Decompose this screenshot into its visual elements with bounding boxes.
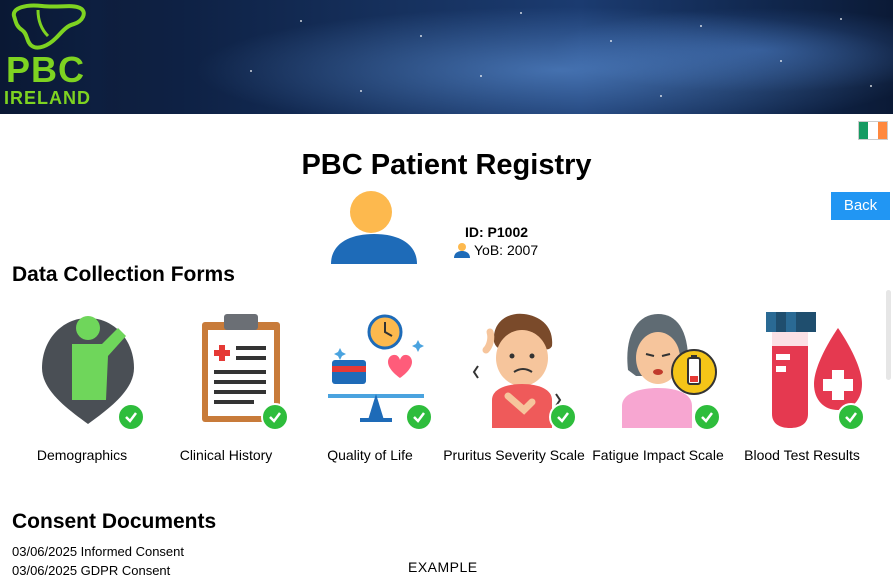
scrollbar[interactable]: [886, 290, 891, 380]
form-label: Fatigue Impact Scale: [592, 447, 724, 463]
form-card-blood-test-results[interactable]: Blood Test Results: [730, 310, 874, 480]
page-title: PBC Patient Registry: [301, 149, 592, 181]
form-label: Demographics: [36, 447, 128, 463]
completed-check-icon: [261, 403, 289, 431]
pbc-ireland-logo[interactable]: PBC IRELAND: [0, 0, 120, 114]
yob-text: YoB: 2007: [474, 242, 539, 258]
form-label: Quality of Life: [327, 447, 413, 463]
consent-documents-list: 03/06/2025 Informed Consent 03/06/2025 G…: [12, 542, 184, 580]
completed-check-icon: [549, 403, 577, 431]
form-label: Clinical History: [179, 447, 273, 463]
consent-document-link[interactable]: 03/06/2025 Informed Consent: [12, 542, 184, 561]
completed-check-icon: [693, 403, 721, 431]
completed-check-icon: [405, 403, 433, 431]
patient-yob: YoB: 2007: [454, 242, 538, 258]
header-banner: PBC IRELAND: [0, 0, 893, 114]
back-button[interactable]: Back: [831, 192, 890, 220]
form-card-fatigue-impact-scale[interactable]: Fatigue Impact Scale: [586, 310, 730, 480]
data-collection-heading: Data Collection Forms: [12, 263, 235, 286]
form-card-clinical-history[interactable]: Clinical History: [154, 310, 298, 480]
patient-id: ID: P1002: [465, 224, 529, 240]
logo-text-ireland: IRELAND: [4, 88, 91, 108]
completed-check-icon: [117, 403, 145, 431]
example-watermark: EXAMPLE: [408, 559, 478, 575]
person-icon: [454, 243, 470, 258]
user-avatar-icon: [331, 191, 417, 264]
form-label: Pruritus Severity Scale: [443, 447, 585, 463]
completed-check-icon: [837, 403, 865, 431]
form-label: Blood Test Results: [744, 447, 860, 463]
consent-documents-heading: Consent Documents: [12, 510, 217, 533]
forms-grid: Demographics Clinical History Quality of…: [10, 310, 890, 480]
consent-document-link[interactable]: 03/06/2025 GDPR Consent: [12, 561, 184, 580]
liver-icon: [11, 3, 86, 50]
form-card-demographics[interactable]: Demographics: [10, 310, 154, 480]
logo-text-pbc: PBC: [6, 49, 86, 90]
ireland-flag-icon[interactable]: [858, 121, 888, 140]
form-card-pruritus-severity-scale[interactable]: Pruritus Severity Scale: [442, 310, 586, 480]
form-card-quality-of-life[interactable]: Quality of Life: [298, 310, 442, 480]
